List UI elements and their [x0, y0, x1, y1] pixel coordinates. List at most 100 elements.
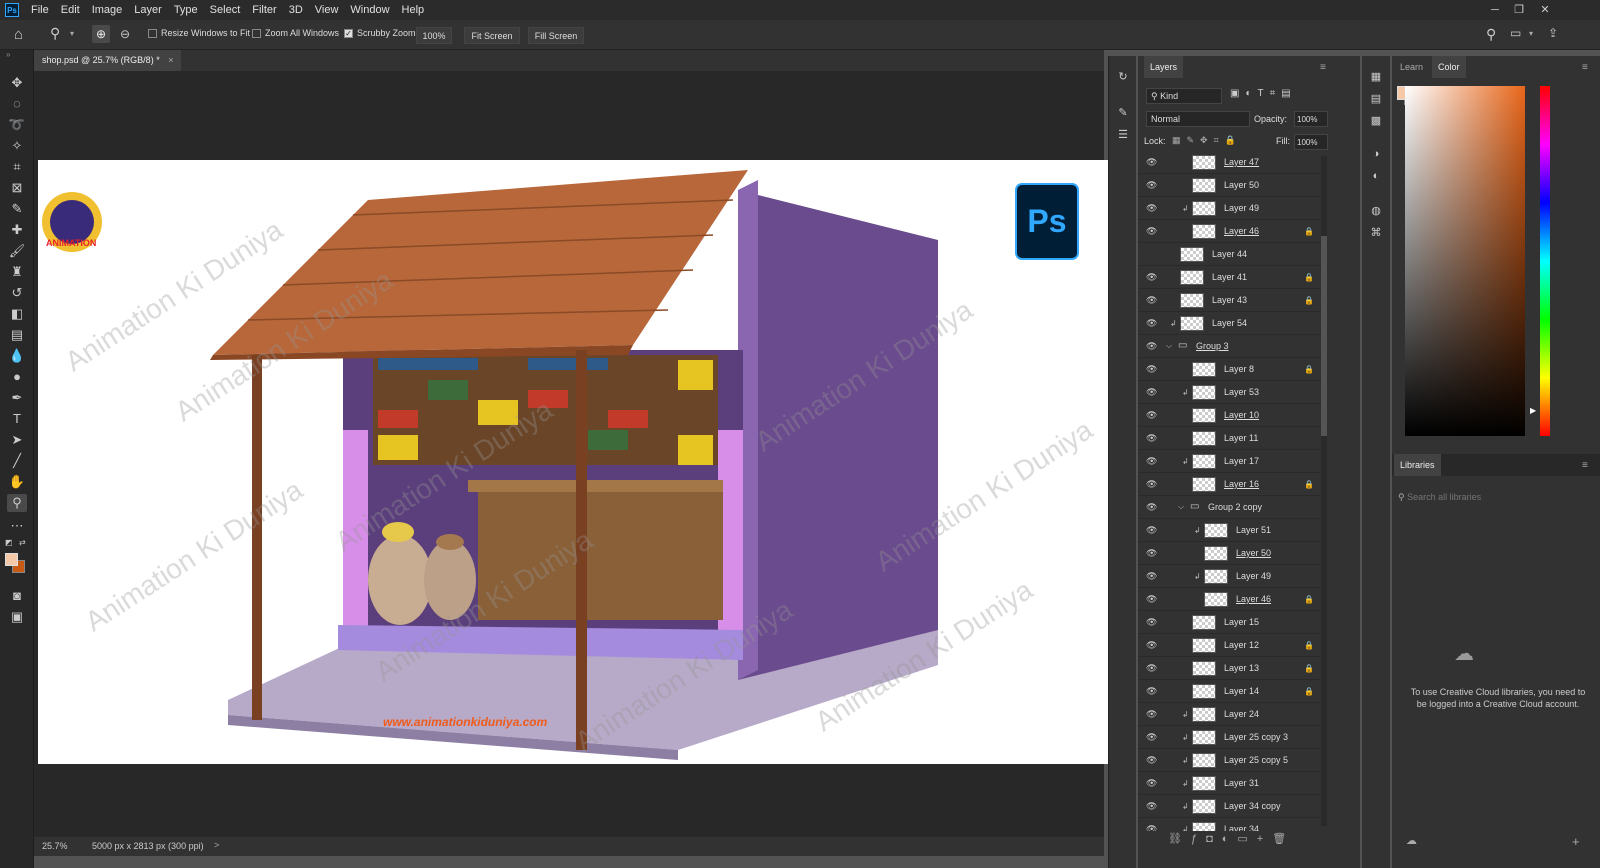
- layer-row[interactable]: 👁 ⌵ ▭ Group 3: [1138, 335, 1323, 358]
- layer-row[interactable]: 👁 ↲ Layer 24: [1138, 703, 1323, 726]
- menu-item-filter[interactable]: Filter: [246, 0, 282, 20]
- layer-actions-bar[interactable]: ⛓ƒ◘◐▭+🗑: [1168, 832, 1295, 845]
- visibility-eye-icon[interactable]: 👁: [1146, 180, 1158, 191]
- layer-row[interactable]: 👁 ↲ Layer 49: [1138, 197, 1323, 220]
- layer-row[interactable]: 👁 ↲ Layer 25 copy 5: [1138, 749, 1323, 772]
- zoom-out-icon[interactable]: ⊖: [116, 25, 134, 43]
- quick-mask-icon[interactable]: ◙: [7, 587, 27, 605]
- hue-slider[interactable]: [1540, 86, 1550, 436]
- close-tab-icon[interactable]: ×: [168, 55, 173, 65]
- menu-item-view[interactable]: View: [309, 0, 345, 20]
- healing-brush-tool-icon[interactable]: ✚: [7, 221, 27, 239]
- history-brush-tool-icon[interactable]: ↺: [7, 284, 27, 302]
- layer-row[interactable]: 👁 Layer 12 🔒: [1138, 634, 1323, 657]
- brush-settings-icon[interactable]: ✎: [1116, 106, 1130, 120]
- menu-item-help[interactable]: Help: [396, 0, 431, 20]
- menu-item-edit[interactable]: Edit: [55, 0, 86, 20]
- filter-icons[interactable]: ▣◐T⌗▤: [1230, 88, 1297, 99]
- panel-menu-icon[interactable]: ≡: [1582, 460, 1588, 471]
- panel-menu-icon[interactable]: ≡: [1582, 62, 1588, 73]
- brush-tool-icon[interactable]: 🖌: [7, 242, 27, 260]
- document-tab[interactable]: shop.psd @ 25.7% (RGB/8) * ×: [34, 50, 182, 71]
- fit-screen-button[interactable]: Fit Screen: [464, 27, 520, 44]
- foreground-color-swatch[interactable]: [5, 553, 18, 566]
- styles-icon[interactable]: ◐: [1369, 170, 1383, 184]
- add-library-icon[interactable]: +: [1572, 834, 1580, 849]
- fill-field[interactable]: 100%: [1294, 134, 1328, 150]
- menu-item-type[interactable]: Type: [168, 0, 204, 20]
- visibility-eye-icon[interactable]: 👁: [1146, 617, 1158, 628]
- layer-row[interactable]: 👁 Layer 50: [1138, 542, 1323, 565]
- menu-item-image[interactable]: Image: [86, 0, 129, 20]
- line-tool-icon[interactable]: ╱: [7, 452, 27, 470]
- channels-icon[interactable]: ◍: [1369, 204, 1383, 218]
- visibility-eye-icon[interactable]: 👁: [1146, 456, 1158, 467]
- visibility-eye-icon[interactable]: 👁: [1146, 295, 1158, 306]
- layer-row[interactable]: 👁 ⌵ ▭ Group 2 copy: [1138, 496, 1323, 519]
- zoom-tool-preset-icon[interactable]: ⚲: [50, 25, 60, 42]
- history-icon[interactable]: ↻: [1116, 70, 1130, 84]
- chevron-down-icon[interactable]: ▾: [1529, 29, 1533, 38]
- crop-tool-icon[interactable]: ⌗: [7, 158, 27, 176]
- eyedropper-tool-icon[interactable]: ✎: [7, 200, 27, 218]
- layer-row[interactable]: 👁 ↲ Layer 34: [1138, 818, 1323, 831]
- layer-row[interactable]: Layer 44: [1138, 243, 1323, 266]
- hand-tool-icon[interactable]: ✋: [7, 473, 27, 491]
- dodge-tool-icon[interactable]: ●: [7, 368, 27, 386]
- magic-wand-tool-icon[interactable]: ✧: [7, 137, 27, 155]
- layer-row[interactable]: 👁 Layer 15: [1138, 611, 1323, 634]
- layer-row[interactable]: 👁 Layer 13 🔒: [1138, 657, 1323, 680]
- layer-row[interactable]: 👁 Layer 41 🔒: [1138, 266, 1323, 289]
- fill-screen-button[interactable]: Fill Screen: [528, 27, 584, 44]
- library-search-input[interactable]: [1407, 492, 1578, 502]
- photoshop-logo-icon[interactable]: Ps: [5, 3, 19, 17]
- lasso-tool-icon[interactable]: ➰: [7, 116, 27, 134]
- learn-tab[interactable]: Learn: [1394, 56, 1429, 78]
- visibility-eye-icon[interactable]: 👁: [1146, 410, 1158, 421]
- visibility-eye-icon[interactable]: 👁: [1146, 801, 1158, 812]
- visibility-eye-icon[interactable]: 👁: [1146, 226, 1158, 237]
- visibility-eye-icon[interactable]: 👁: [1146, 433, 1158, 444]
- layers-scrollbar[interactable]: [1321, 156, 1327, 826]
- adjustments-icon[interactable]: ◑: [1369, 148, 1383, 162]
- layer-row[interactable]: 👁 Layer 47: [1138, 151, 1323, 174]
- status-menu-arrow[interactable]: >: [214, 840, 219, 850]
- layer-row[interactable]: 👁 ↲ Layer 53: [1138, 381, 1323, 404]
- gradient-tool-icon[interactable]: ▤: [7, 326, 27, 344]
- libraries-tab[interactable]: Libraries: [1394, 454, 1441, 476]
- visibility-eye-icon[interactable]: 👁: [1146, 502, 1158, 513]
- patterns-icon[interactable]: ▩: [1369, 114, 1383, 128]
- menu-item-file[interactable]: File: [25, 0, 55, 20]
- visibility-eye-icon[interactable]: 👁: [1146, 364, 1158, 375]
- share-icon[interactable]: ⇪: [1548, 26, 1558, 40]
- layer-row[interactable]: 👁 ↲ Layer 51: [1138, 519, 1323, 542]
- visibility-eye-icon[interactable]: 👁: [1146, 203, 1158, 214]
- zoom-level[interactable]: 25.7%: [42, 841, 68, 851]
- default-colors-icon[interactable]: ◩: [5, 538, 13, 547]
- menu-item-select[interactable]: Select: [204, 0, 247, 20]
- menu-item-3d[interactable]: 3D: [283, 0, 309, 20]
- layers-tab[interactable]: Layers: [1144, 56, 1184, 78]
- menu-item-layer[interactable]: Layer: [128, 0, 168, 20]
- chevron-down-icon[interactable]: ⌵: [1178, 502, 1184, 512]
- layer-row[interactable]: 👁 Layer 14 🔒: [1138, 680, 1323, 703]
- visibility-eye-icon[interactable]: 👁: [1146, 778, 1158, 789]
- close-icon[interactable]: ✕: [1534, 0, 1556, 20]
- home-icon[interactable]: ⌂: [14, 26, 23, 43]
- hue-slider-marker[interactable]: ▶: [1530, 406, 1536, 415]
- zoom-in-icon[interactable]: ⊕: [92, 25, 110, 43]
- filter-kind-select[interactable]: ⚲ Kind: [1146, 88, 1222, 104]
- cloud-sync-icon[interactable]: ☁: [1406, 834, 1417, 847]
- visibility-eye-icon[interactable]: 👁: [1146, 732, 1158, 743]
- layer-row[interactable]: 👁 Layer 11: [1138, 427, 1323, 450]
- swap-colors-icon[interactable]: ⇄: [19, 538, 26, 547]
- properties-icon[interactable]: ☰: [1116, 128, 1130, 142]
- chevron-down-icon[interactable]: ⌵: [1166, 341, 1172, 351]
- more-tools-icon[interactable]: ⋯: [7, 517, 27, 535]
- workspace-icon[interactable]: ▭: [1510, 26, 1521, 40]
- resize-windows-checkbox[interactable]: Resize Windows to Fit: [148, 28, 250, 38]
- gradients-icon[interactable]: ▤: [1369, 92, 1383, 106]
- minimize-icon[interactable]: ─: [1484, 0, 1506, 20]
- visibility-eye-icon[interactable]: 👁: [1146, 479, 1158, 490]
- visibility-eye-icon[interactable]: 👁: [1146, 709, 1158, 720]
